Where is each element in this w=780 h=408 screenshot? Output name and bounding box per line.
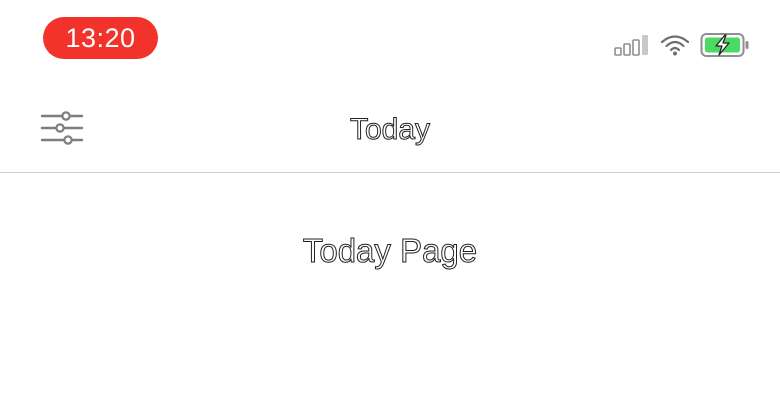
- battery-charging-icon: [700, 32, 750, 58]
- cellular-signal-icon: [614, 34, 650, 56]
- page-title: Today: [349, 113, 431, 147]
- navigation-bar: Today: [0, 80, 780, 173]
- status-icons: [614, 32, 750, 58]
- main-content: Today Page: [0, 173, 780, 408]
- app-screen: 13:20 Today Today Page: [0, 0, 780, 408]
- status-time: 13:20: [43, 17, 158, 59]
- page-content-label: Today Page: [302, 232, 478, 270]
- status-bar: 13:20: [0, 0, 780, 80]
- wifi-icon: [660, 34, 690, 56]
